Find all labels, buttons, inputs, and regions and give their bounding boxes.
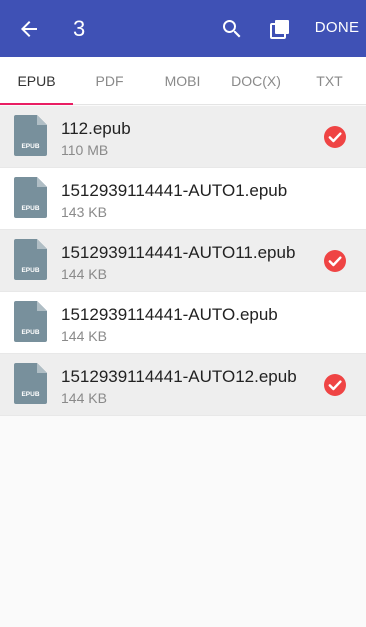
tab-mobi[interactable]: MOBI — [146, 57, 219, 105]
file-name: 1512939114441-AUTO1.epub — [61, 181, 288, 200]
selected-count: 3 — [73, 16, 86, 41]
file-row[interactable]: EPUB 112.epub 110 MB — [0, 106, 366, 168]
epub-file-icon: EPUB — [14, 363, 47, 404]
epub-file-icon: EPUB — [14, 301, 47, 342]
tab-docx[interactable]: DOC(X) — [219, 57, 293, 105]
file-row[interactable]: EPUB 1512939114441-AUTO12.epub 144 KB — [0, 354, 366, 416]
app-bar: 3 DONE — [0, 0, 366, 57]
tab-txt[interactable]: TXT — [293, 57, 366, 105]
file-type-label: EPUB — [21, 391, 39, 398]
epub-file-icon: EPUB — [14, 115, 47, 156]
file-type-label: EPUB — [21, 329, 39, 336]
file-row[interactable]: EPUB 1512939114441-AUTO.epub 144 KB — [0, 292, 366, 354]
search-icon — [223, 20, 241, 38]
file-name: 1512939114441-AUTO.epub — [61, 305, 278, 324]
arrow-back-icon — [21, 21, 37, 37]
epub-file-icon: EPUB — [14, 177, 47, 218]
file-size: 143 KB — [61, 204, 107, 220]
done-button[interactable]: DONE — [310, 18, 364, 38]
file-list: EPUB 112.epub 110 MB EPUB 1512939114441-AUTO… — [0, 106, 366, 416]
file-type-label: EPUB — [21, 205, 39, 212]
file-name: 112.epub — [61, 119, 131, 138]
file-name: 1512939114441-AUTO12.epub — [61, 367, 297, 386]
tab-indicator — [0, 103, 73, 105]
select-all-icon — [270, 20, 289, 39]
file-type-tabs: EPUB PDF MOBI DOC(X) TXT — [0, 57, 366, 105]
select-all-button[interactable] — [262, 11, 298, 47]
search-button[interactable] — [214, 11, 250, 47]
epub-file-icon: EPUB — [14, 239, 47, 280]
file-size: 144 KB — [61, 390, 107, 406]
file-size: 144 KB — [61, 328, 107, 344]
selected-check-icon[interactable] — [323, 373, 347, 397]
file-type-label: EPUB — [21, 143, 39, 150]
file-row[interactable]: EPUB 1512939114441-AUTO11.epub 144 KB — [0, 230, 366, 292]
file-size: 110 MB — [61, 142, 109, 158]
tab-epub[interactable]: EPUB — [0, 57, 73, 105]
selected-check-icon[interactable] — [323, 125, 347, 149]
file-size: 144 KB — [61, 266, 107, 282]
file-name: 1512939114441-AUTO11.epub — [61, 243, 296, 262]
selected-check-icon[interactable] — [323, 249, 347, 273]
tab-pdf[interactable]: PDF — [73, 57, 146, 105]
back-button[interactable] — [11, 11, 47, 47]
file-type-label: EPUB — [21, 267, 39, 274]
file-row[interactable]: EPUB 1512939114441-AUTO1.epub 143 KB — [0, 168, 366, 230]
